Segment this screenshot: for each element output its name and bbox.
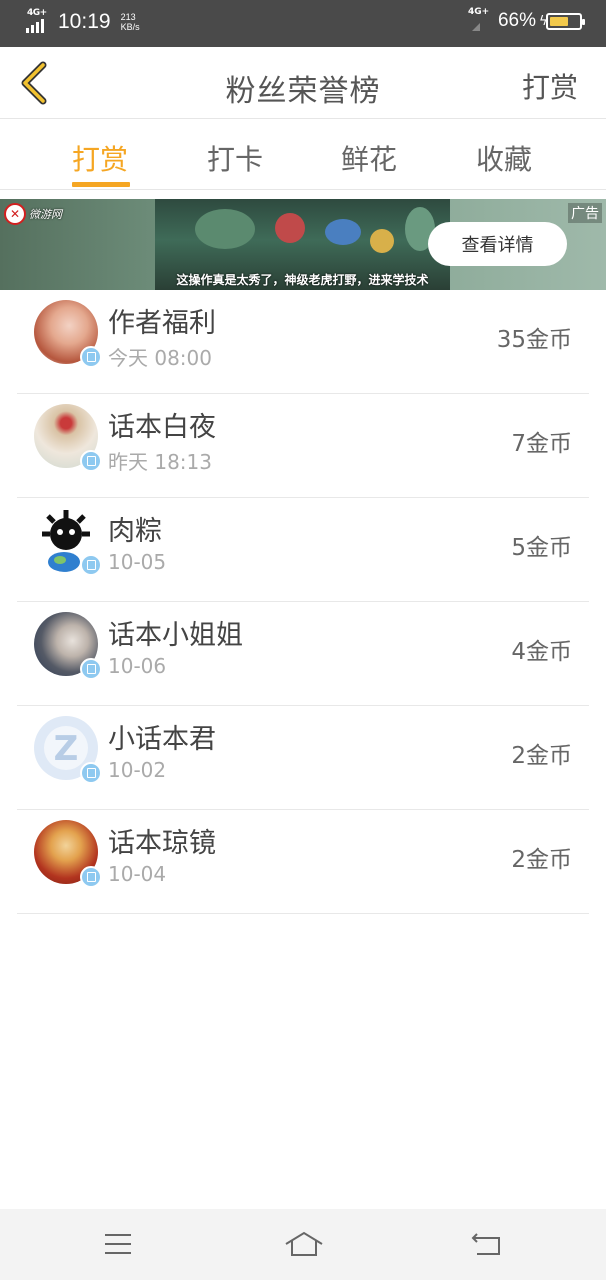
reward-time: 10-05: [108, 550, 167, 574]
verified-badge-icon: [80, 866, 102, 888]
network-type-label: 4G+: [27, 8, 47, 18]
list-item[interactable]: 话本小姐姐 10-06 4金币: [17, 602, 589, 706]
list-item[interactable]: 话本白夜 昨天 18:13 7金币: [17, 394, 589, 498]
ad-banner[interactable]: ✕ 微游网 这操作真是太秀了，神级老虎打野，进来学技术 广告 查看详情: [0, 199, 606, 290]
reward-time: 10-02: [108, 758, 167, 782]
list-item[interactable]: Z 小话本君 10-02 2金币: [17, 706, 589, 810]
tab-reward[interactable]: 打赏: [72, 138, 128, 178]
list-item[interactable]: 作者福利 今天 08:00 35金币: [17, 290, 589, 394]
reward-time: 10-04: [108, 862, 167, 886]
verified-badge-icon: [80, 658, 102, 680]
page-title: 粉丝荣誉榜: [225, 74, 381, 109]
ad-video-thumbnail: 这操作真是太秀了，神级老虎打野，进来学技术: [155, 199, 450, 290]
secondary-network-label: 4G+: [467, 7, 490, 17]
system-back-button[interactable]: [470, 1229, 504, 1259]
fan-ranking-list: 作者福利 今天 08:00 35金币 话本白夜 昨天 18:13 7金币 肉粽 …: [0, 290, 606, 914]
tab-favorites[interactable]: 收藏: [476, 138, 532, 178]
fan-name: 话本小姐姐: [108, 620, 243, 651]
top-navbar: 粉丝荣誉榜 打赏: [0, 47, 606, 119]
status-bar: 4G+ 10:19 213 KB/s 4G+ 66% ϟ: [0, 0, 606, 47]
menu-button[interactable]: [101, 1229, 135, 1259]
home-icon: [285, 1231, 323, 1256]
reward-time: 今天 08:00: [108, 346, 212, 370]
ad-brand-logo: ✕ 微游网: [4, 203, 62, 225]
view-details-button[interactable]: 查看详情: [428, 222, 567, 266]
battery-percent: 66%: [497, 10, 536, 31]
fan-name: 作者福利: [108, 308, 216, 339]
svg-text:Z: Z: [54, 729, 79, 769]
fan-name: 话本白夜: [108, 412, 216, 443]
coin-amount: 4金币: [511, 639, 572, 665]
coin-amount: 2金币: [511, 847, 572, 873]
reward-time: 10-06: [108, 654, 167, 678]
coin-amount: 5金币: [511, 535, 572, 561]
active-tab-indicator: [72, 182, 130, 187]
verified-badge-icon: [80, 450, 102, 472]
tab-bar: 打赏 打卡 鲜花 收藏: [0, 120, 606, 190]
cellular-signal-icon: 4G+: [26, 8, 52, 33]
list-item[interactable]: 肉粽 10-05 5金币: [17, 498, 589, 602]
clock: 10:19: [58, 10, 111, 33]
reward-button[interactable]: 打赏: [522, 66, 578, 106]
reward-time: 昨天 18:13: [108, 450, 212, 474]
system-nav-bar: [0, 1209, 606, 1280]
ad-caption: 这操作真是太秀了，神级老虎打野，进来学技术: [176, 273, 429, 287]
verified-badge-icon: [80, 554, 102, 576]
fan-name: 小话本君: [108, 724, 216, 755]
tab-flowers[interactable]: 鲜花: [341, 138, 397, 178]
verified-badge-icon: [80, 346, 102, 368]
fan-name: 肉粽: [108, 516, 162, 547]
coin-amount: 2金币: [511, 743, 572, 769]
verified-badge-icon: [80, 762, 102, 784]
coin-amount: 35金币: [496, 327, 572, 353]
ad-brand-text: 微游网: [29, 208, 62, 221]
list-item[interactable]: 话本琼镜 10-04 2金币: [17, 810, 589, 914]
tab-checkin[interactable]: 打卡: [207, 138, 263, 178]
home-button[interactable]: [283, 1229, 325, 1259]
secondary-signal-icon: 4G+: [467, 7, 490, 32]
back-icon: [471, 1233, 500, 1255]
menu-icon: [105, 1234, 131, 1254]
battery-icon: ϟ: [539, 12, 585, 30]
ad-label: 广告: [568, 203, 602, 223]
fan-name: 话本琼镜: [108, 828, 216, 859]
coin-amount: 7金币: [511, 431, 572, 457]
network-speed: 213 KB/s: [120, 12, 140, 32]
